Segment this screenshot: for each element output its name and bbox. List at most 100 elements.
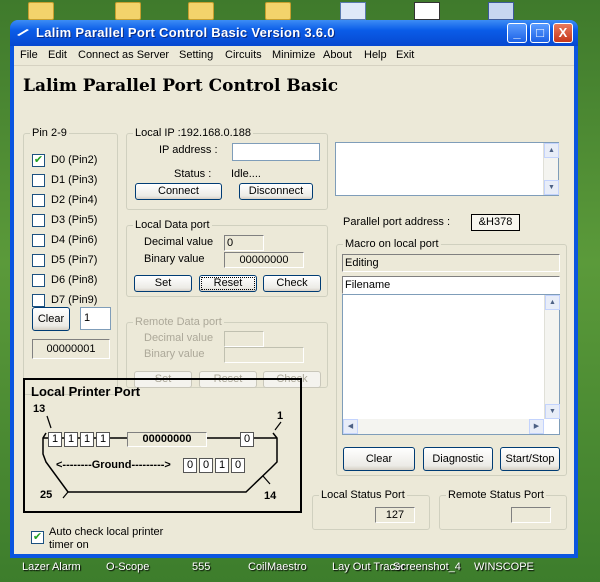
status-bit: 1: [64, 432, 78, 447]
status-bit: 1: [96, 432, 110, 447]
menu-minimize[interactable]: Minimize: [272, 49, 315, 61]
local-status-value: 127: [375, 507, 415, 523]
desktop-document-icon[interactable]: [340, 2, 366, 20]
macro-horizontal-scrollbar[interactable]: ◀ ▶: [343, 419, 544, 434]
auto-check-label-line2: timer on: [49, 539, 89, 551]
remote-status-group-label: Remote Status Port: [446, 489, 546, 501]
menu-edit[interactable]: Edit: [48, 49, 67, 61]
desktop-app-icon[interactable]: [488, 2, 514, 20]
macro-list[interactable]: ▲ ▼ ◀ ▶: [342, 294, 560, 435]
macro-vertical-scrollbar[interactable]: ▲ ▼: [544, 295, 560, 419]
scroll-left-arrow-icon[interactable]: ◀: [343, 419, 358, 434]
pins-clear-button[interactable]: Clear: [32, 307, 70, 331]
pin-label-6: D6 (Pin8): [51, 274, 98, 286]
pin-label-2: D2 (Pin4): [51, 194, 98, 206]
app-window: Lalim Parallel Port Control Basic Versio…: [10, 20, 578, 558]
local-data-group-label: Local Data port: [133, 219, 212, 231]
macro-group-label: Macro on local port: [343, 238, 441, 250]
pin-label-0: D0 (Pin2): [51, 154, 98, 166]
message-scrollbar[interactable]: ▲ ▼: [543, 143, 559, 195]
desktop-label-o-scope[interactable]: O-Scope: [106, 561, 149, 573]
desktop-folder-icon[interactable]: [115, 2, 141, 20]
title-bar[interactable]: Lalim Parallel Port Control Basic Versio…: [10, 20, 578, 46]
macro-startstop-button[interactable]: Start/Stop: [500, 447, 560, 471]
parallel-address-value: &H378: [471, 214, 520, 231]
status-bit: 1: [48, 432, 62, 447]
desktop-label-lazer-alarm[interactable]: Lazer Alarm: [22, 561, 81, 573]
menu-about[interactable]: About: [323, 49, 352, 61]
pins-count-input[interactable]: 1: [80, 307, 111, 330]
close-button[interactable]: X: [553, 23, 573, 43]
pin-checkbox-6[interactable]: [32, 274, 45, 287]
desktop-folder-icon[interactable]: [28, 2, 54, 20]
scroll-up-arrow-icon[interactable]: ▲: [544, 143, 559, 158]
decimal-value-label: Decimal value: [144, 236, 214, 248]
desktop-label-winscope[interactable]: WINSCOPE: [474, 561, 534, 573]
local-check-button[interactable]: Check: [263, 275, 321, 292]
menu-setting[interactable]: Setting: [179, 49, 213, 61]
desktop-label-screenshot[interactable]: Screenshot_4: [393, 561, 461, 573]
desktop-folder-icon[interactable]: [188, 2, 214, 20]
desktop-folder-icon[interactable]: [265, 2, 291, 20]
minimize-button[interactable]: _: [507, 23, 527, 43]
menu-exit[interactable]: Exit: [396, 49, 414, 61]
pin-checkbox-1[interactable]: [32, 174, 45, 187]
pin-checkbox-0[interactable]: ✔: [32, 154, 45, 167]
pin-label-5: D5 (Pin7): [51, 254, 98, 266]
local-ip-group-label: Local IP :192.168.0.188: [133, 127, 254, 139]
ground-label: <--------Ground--------->: [56, 459, 171, 471]
local-reset-button[interactable]: Reset: [199, 275, 257, 292]
message-textarea[interactable]: ▲ ▼: [335, 142, 559, 196]
pin-label-3: D3 (Pin5): [51, 214, 98, 226]
pins-binary-readout: 00000001: [32, 339, 110, 359]
desktop-app-icon[interactable]: [414, 2, 440, 20]
pin-label-4: D4 (Pin6): [51, 234, 98, 246]
macro-editing-field: Editing: [342, 254, 560, 272]
binary-value-readout: 00000000: [224, 252, 304, 268]
status-label: Status :: [174, 168, 212, 180]
scroll-down-arrow-icon[interactable]: ▼: [544, 180, 559, 195]
macro-clear-button[interactable]: Clear: [343, 447, 415, 471]
local-set-button[interactable]: Set: [134, 275, 192, 292]
scroll-down-arrow-icon[interactable]: ▼: [545, 404, 560, 419]
local-status-group-label: Local Status Port: [319, 489, 407, 501]
printer-data-readout: 00000000: [127, 432, 207, 447]
ground-bit: 0: [231, 458, 245, 473]
menu-file[interactable]: File: [20, 49, 38, 61]
ground-bit: 0: [199, 458, 213, 473]
macro-diagnostic-button[interactable]: Diagnostic: [423, 447, 493, 471]
scroll-up-arrow-icon[interactable]: ▲: [545, 295, 560, 310]
ground-bit: 0: [183, 458, 197, 473]
status-value: Idle....: [231, 168, 261, 180]
pin-checkbox-5[interactable]: [32, 254, 45, 267]
desktop-label-coilmaestro[interactable]: CoilMaestro: [248, 561, 307, 573]
parallel-address-label: Parallel port address :: [343, 216, 450, 228]
menu-help[interactable]: Help: [364, 49, 387, 61]
scroll-right-arrow-icon[interactable]: ▶: [529, 419, 544, 434]
pins-group-label: Pin 2-9: [30, 127, 69, 139]
app-icon: [17, 29, 29, 36]
pin-checkbox-2[interactable]: [32, 194, 45, 207]
desktop-label-555[interactable]: 555: [192, 561, 210, 573]
menu-connect-as-server[interactable]: Connect as Server: [78, 49, 169, 61]
connect-button[interactable]: Connect: [135, 183, 222, 200]
auto-check-checkbox[interactable]: ✔: [31, 531, 44, 544]
pin-checkbox-4[interactable]: [32, 234, 45, 247]
auto-check-label-line1: Auto check local printer: [49, 526, 164, 538]
pin-label-1: D1 (Pin3): [51, 174, 98, 186]
window-client: File Edit Connect as Server Setting Circ…: [14, 46, 574, 554]
window-title: Lalim Parallel Port Control Basic Versio…: [36, 25, 335, 40]
ground-bit: 1: [215, 458, 229, 473]
disconnect-button[interactable]: Disconnect: [239, 183, 313, 200]
app-heading: Lalim Parallel Port Control Basic: [23, 76, 339, 96]
pin-checkbox-3[interactable]: [32, 214, 45, 227]
pin-checkbox-7[interactable]: [32, 294, 45, 307]
remote-binary-label: Binary value: [144, 348, 205, 360]
remote-status-value: [511, 507, 551, 523]
ip-address-input[interactable]: [232, 143, 320, 161]
menu-circuits[interactable]: Circuits: [225, 49, 262, 61]
remote-data-group-label: Remote Data port: [133, 316, 224, 328]
remote-decimal-label: Decimal value: [144, 332, 214, 344]
decimal-value-readout: 0: [224, 235, 264, 251]
maximize-button[interactable]: □: [530, 23, 550, 43]
